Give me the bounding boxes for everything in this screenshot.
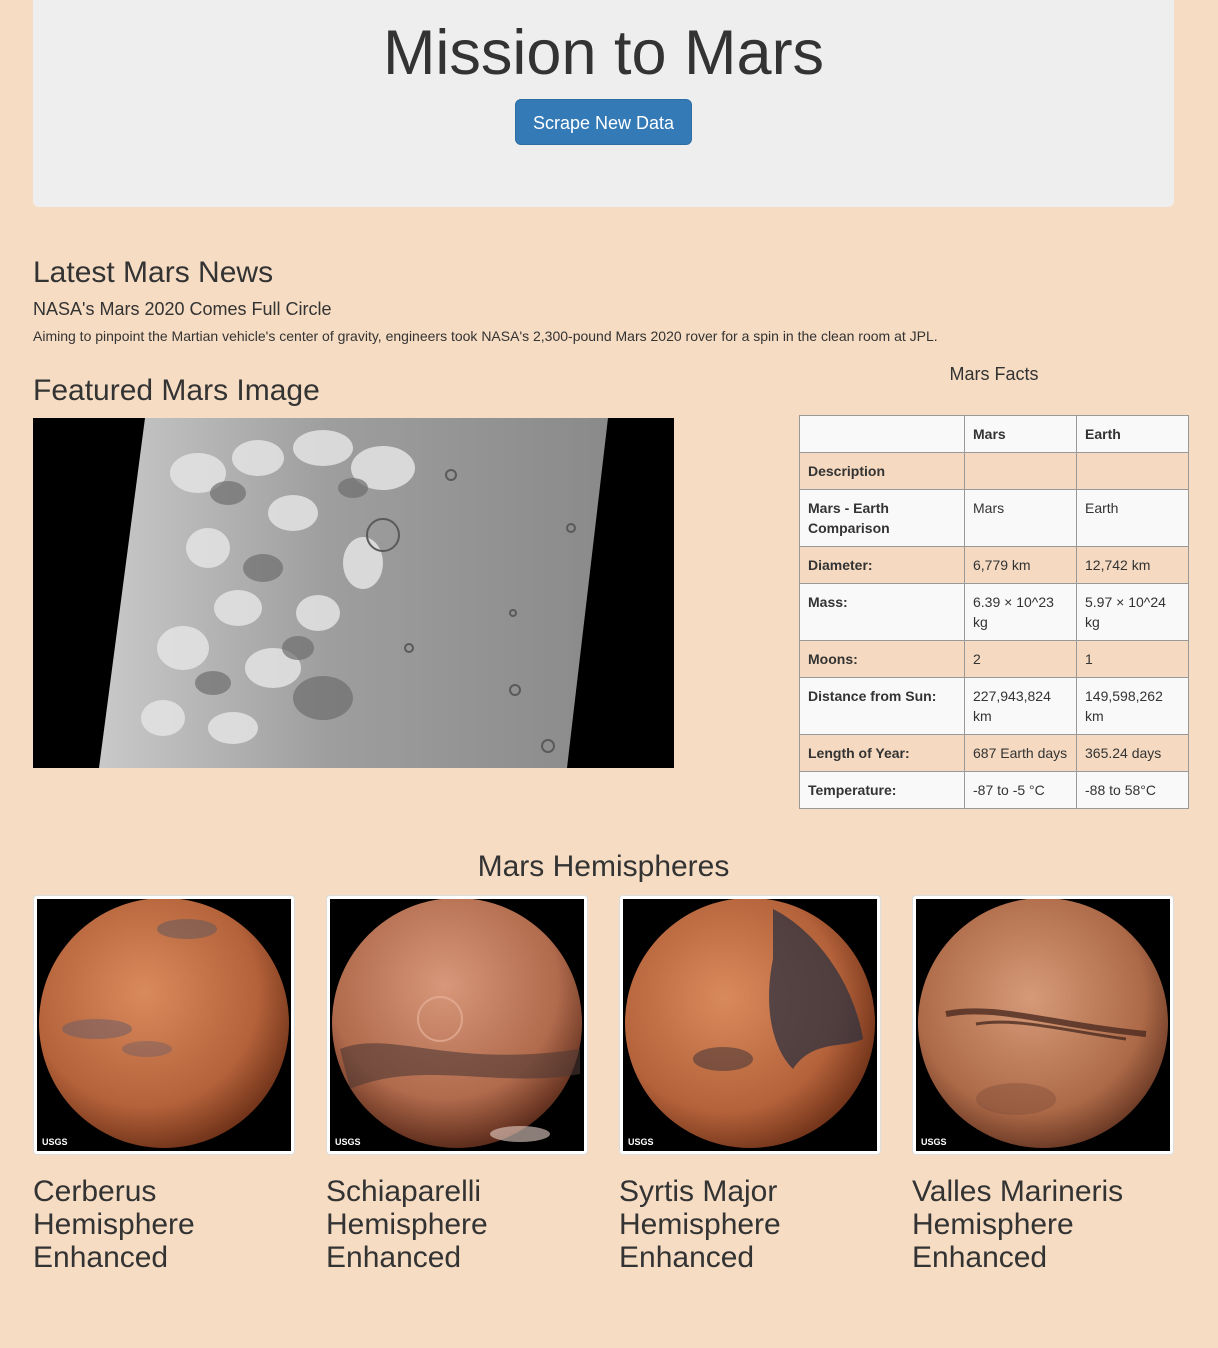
hemisphere-card-cerberus: USGS Cerberus Hemisphere Enhanced	[33, 895, 295, 1274]
hemisphere-title: Syrtis Major Hemisphere Enhanced	[619, 1175, 781, 1274]
hemisphere-card-schiaparelli: USGS Schiaparelli Hemisphere Enhanced	[326, 895, 588, 1274]
usgs-badge: USGS	[42, 1137, 68, 1147]
facts-mars-value: 6,779 km	[964, 546, 1077, 584]
scrape-new-data-button[interactable]: Scrape New Data	[515, 99, 692, 145]
facts-row-label: Distance from Sun:	[799, 677, 965, 735]
hemisphere-thumbnail[interactable]: USGS	[912, 895, 1174, 1155]
facts-row-label: Description	[799, 452, 965, 490]
facts-row-label: Mars - Earth Comparison	[799, 489, 965, 547]
facts-mars-value: -87 to -5 °C	[964, 771, 1077, 809]
facts-row: Mass: 6.39 × 10^23 kg 5.97 × 10^24 kg	[799, 583, 1189, 641]
facts-earth-value: 149,598,262 km	[1076, 677, 1189, 735]
cerberus-hemisphere-image	[39, 899, 289, 1148]
hemisphere-title: Cerberus Hemisphere Enhanced	[33, 1175, 195, 1274]
facts-row: Mars - Earth Comparison Mars Earth	[799, 489, 1189, 547]
facts-row: Diameter: 6,779 km 12,742 km	[799, 546, 1189, 584]
facts-mars-value	[964, 452, 1077, 490]
facts-row-label: Length of Year:	[799, 734, 965, 772]
hemisphere-thumbnail[interactable]: USGS	[619, 895, 881, 1155]
facts-row: Moons: 2 1	[799, 640, 1189, 678]
facts-col-blank	[799, 415, 965, 453]
usgs-badge: USGS	[628, 1137, 654, 1147]
hemisphere-title: Valles Marineris Hemisphere Enhanced	[912, 1175, 1124, 1274]
facts-row-label: Diameter:	[799, 546, 965, 584]
page-title: Mission to Mars	[382, 18, 825, 88]
syrtis-major-hemisphere-image	[625, 899, 875, 1148]
facts-earth-value: 5.97 × 10^24 kg	[1076, 583, 1189, 641]
featured-mars-image[interactable]	[33, 418, 674, 768]
facts-earth-value: 365.24 days	[1076, 734, 1189, 772]
featured-image-heading: Featured Mars Image	[33, 374, 320, 407]
facts-header-row: Mars Earth	[799, 415, 1189, 453]
facts-row-label: Moons:	[799, 640, 965, 678]
facts-mars-value: 6.39 × 10^23 kg	[964, 583, 1077, 641]
schiaparelli-hemisphere-image	[332, 899, 582, 1148]
hemisphere-thumbnail[interactable]: USGS	[33, 895, 295, 1155]
facts-earth-value: Earth	[1076, 489, 1189, 547]
facts-col-earth: Earth	[1076, 415, 1189, 453]
hemispheres-heading: Mars Hemispheres	[477, 850, 730, 883]
news-title: NASA's Mars 2020 Comes Full Circle	[33, 299, 332, 319]
facts-row: Distance from Sun: 227,943,824 km 149,59…	[799, 677, 1189, 735]
facts-row: Length of Year: 687 Earth days 365.24 da…	[799, 734, 1189, 772]
featured-image-graphic	[33, 418, 674, 768]
facts-row: Temperature: -87 to -5 °C -88 to 58°C	[799, 771, 1189, 809]
hemisphere-card-valles-marineris: USGS Valles Marineris Hemisphere Enhance…	[912, 895, 1174, 1274]
hemisphere-thumbnail[interactable]: USGS	[326, 895, 588, 1155]
facts-mars-value: 2	[964, 640, 1077, 678]
facts-row-label: Mass:	[799, 583, 965, 641]
facts-row-label: Temperature:	[799, 771, 965, 809]
mars-facts-caption: Mars Facts	[949, 364, 1039, 384]
facts-earth-value	[1076, 452, 1189, 490]
facts-mars-value: 687 Earth days	[964, 734, 1077, 772]
facts-earth-value: 1	[1076, 640, 1189, 678]
facts-col-mars: Mars	[964, 415, 1077, 453]
facts-mars-value: 227,943,824 km	[964, 677, 1077, 735]
hemisphere-card-syrtis-major: USGS Syrtis Major Hemisphere Enhanced	[619, 895, 881, 1274]
facts-row: Description	[799, 452, 1189, 490]
facts-mars-value: Mars	[964, 489, 1077, 547]
news-heading: Latest Mars News	[33, 256, 274, 289]
hemisphere-title: Schiaparelli Hemisphere Enhanced	[326, 1175, 488, 1274]
facts-earth-value: -88 to 58°C	[1076, 771, 1189, 809]
usgs-badge: USGS	[921, 1137, 947, 1147]
news-teaser: Aiming to pinpoint the Martian vehicle's…	[33, 328, 938, 344]
usgs-badge: USGS	[335, 1137, 361, 1147]
valles-marineris-hemisphere-image	[918, 899, 1168, 1148]
mars-facts-table: Mars Earth Description Mars - Earth Comp…	[799, 415, 1189, 809]
facts-earth-value: 12,742 km	[1076, 546, 1189, 584]
jumbotron-header: Mission to Mars Scrape New Data	[33, 0, 1174, 207]
